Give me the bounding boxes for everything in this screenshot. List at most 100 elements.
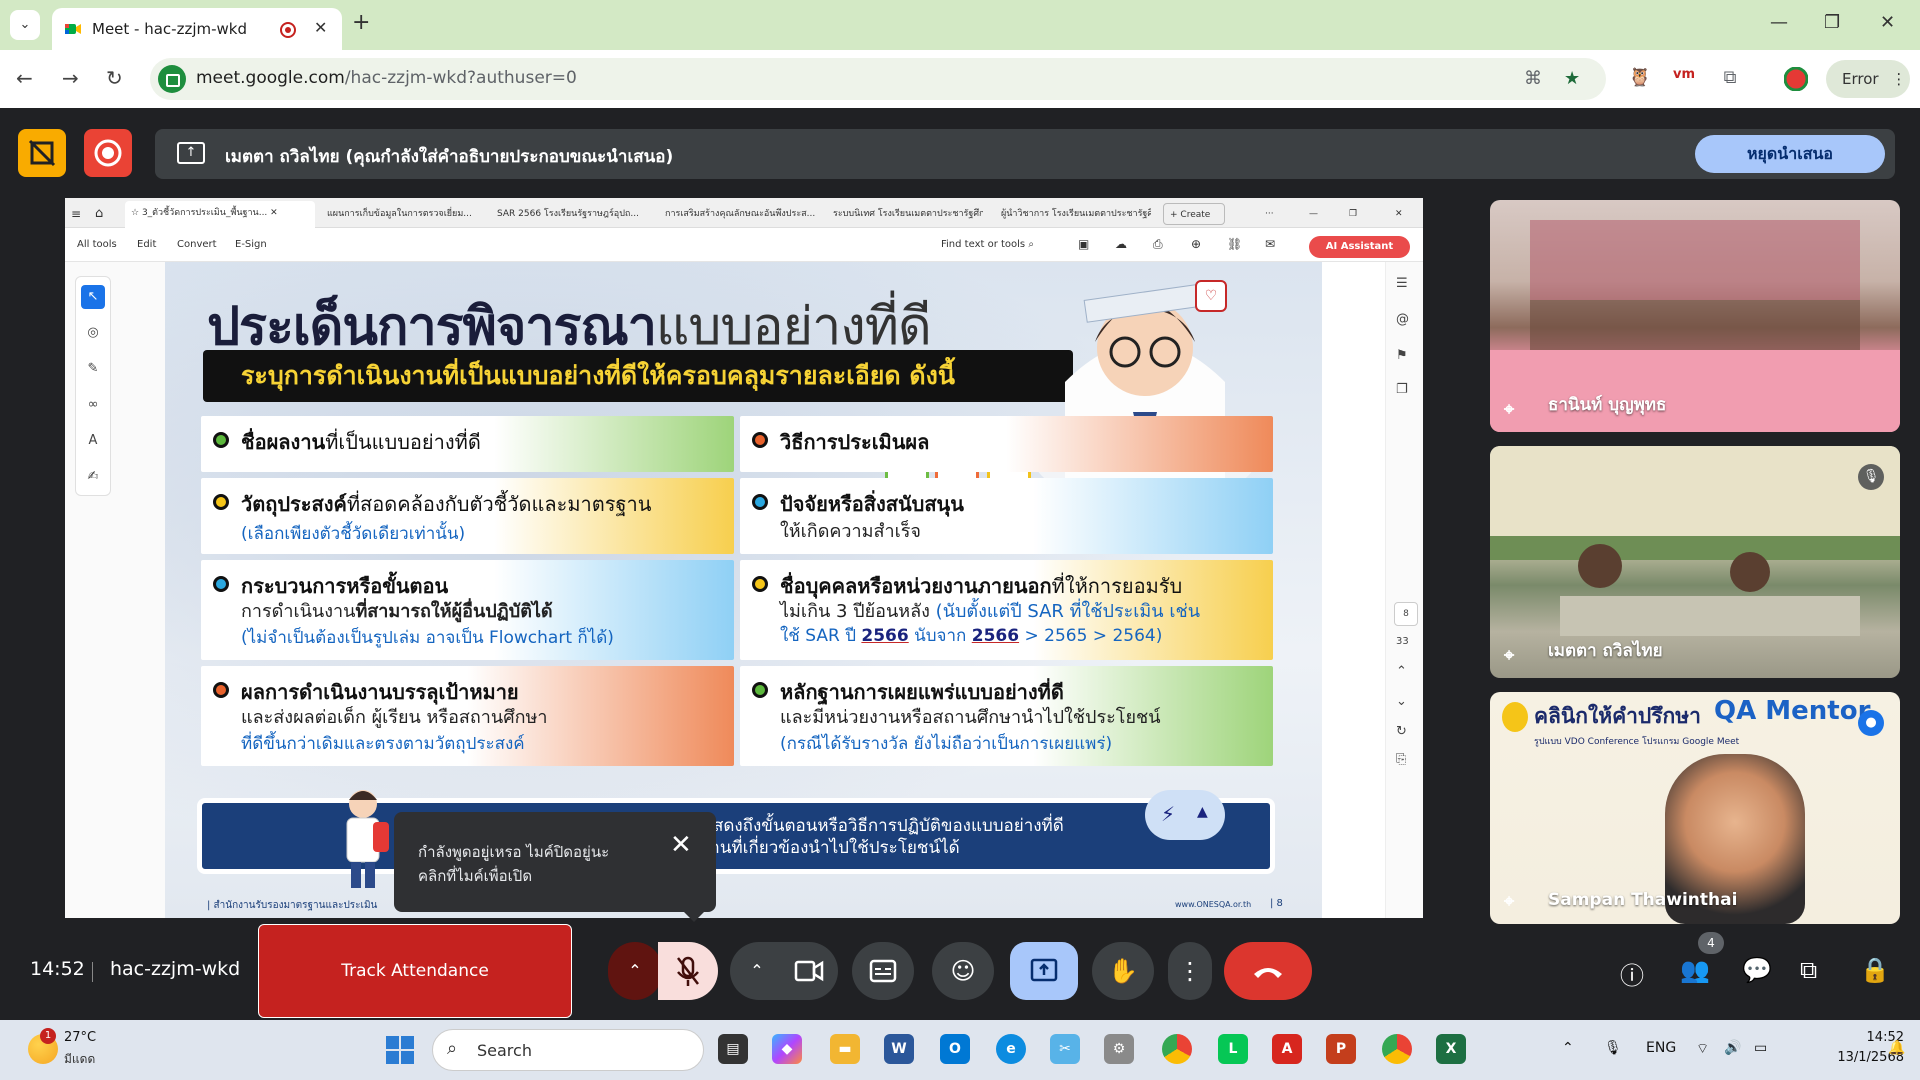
acrobat-create-button[interactable]: + Create [1163,203,1225,225]
close-window-icon[interactable]: ✕ [1880,12,1895,33]
chevron-up-icon[interactable]: ▲ [1197,804,1208,820]
snipping-tool-icon[interactable]: ✂ [1050,1034,1080,1064]
close-tooltip-icon[interactable]: ✕ [670,830,692,860]
acrobat-restore-icon[interactable]: ❐ [1349,203,1363,225]
participant-tile-1[interactable]: ⌖ ธานินท์ บุญพุทธ [1490,200,1900,432]
excel-icon[interactable]: X [1436,1034,1466,1064]
find-text-field[interactable]: Find text or tools ⌕ [941,239,1034,250]
edge-icon[interactable]: e [996,1034,1026,1064]
pin-icon[interactable]: ⌖ [1504,645,1514,666]
acrobat-menu-icon[interactable]: ≡ [71,203,85,225]
menu-convert[interactable]: Convert [177,239,217,250]
link-icon[interactable]: ⛓ [1227,237,1242,251]
bookmark-star-icon[interactable]: ★ [1564,68,1580,89]
word-icon[interactable]: W [884,1034,914,1064]
people-icon[interactable]: 👥 [1680,956,1710,984]
acrobat-icon[interactable]: A [1272,1034,1302,1064]
battery-icon[interactable]: ▭ [1754,1040,1767,1056]
page-down-icon[interactable]: ⌄ [1396,694,1407,709]
stop-presenting-button[interactable]: หยุดนำเสนอ [1695,135,1885,173]
app-icon[interactable]: ⚙ [1104,1034,1134,1064]
comments-panel-icon[interactable]: ☰ [1396,276,1408,291]
acrobat-doc-tab-2[interactable]: แผนการเก็บข้อมูลในการตรวจเยี่ยม... [327,203,477,225]
task-view-icon[interactable]: ▤ [718,1034,748,1064]
save-page-icon[interactable]: ⎘ [1396,752,1406,767]
mail-icon[interactable]: ✉ [1265,237,1275,251]
copilot-icon[interactable]: ◆ [772,1034,802,1064]
text-box-icon[interactable]: A [81,429,105,453]
participant-tile-2[interactable]: 🎙 ⌖ เมตตา ถวิลไทย [1490,446,1900,678]
save-icon[interactable]: ▣ [1078,237,1089,251]
chrome-icon[interactable] [1162,1034,1192,1064]
raise-hand-button[interactable]: ✋ [1092,942,1154,1000]
acrobat-minimize-icon[interactable]: — [1309,203,1323,225]
pen-icon[interactable]: ✎ [81,357,105,381]
acrobat-doc-tab-3[interactable]: SAR 2566 โรงเรียนรัฐราษฎร์อุปถ... [497,203,647,225]
browser-tab-meet[interactable]: Meet - hac-zzjm-wkd ✕ [52,8,342,50]
pin-icon[interactable]: ⌖ [1504,399,1514,420]
page-number-field[interactable]: 8 [1394,602,1418,626]
captions-button[interactable] [852,942,914,1000]
extension-vm-icon[interactable]: vm [1672,67,1696,91]
at-icon[interactable]: @ [1396,312,1409,327]
menu-edit[interactable]: Edit [137,239,156,250]
acrobat-close-icon[interactable]: ✕ [1395,203,1409,225]
acrobat-doc-tab-1[interactable]: ☆ 3_ตัวชี้วัดการประเมิน_พื้นฐาน... ✕ [125,201,315,228]
reload-icon[interactable]: ↻ [106,66,123,90]
lasso-icon[interactable]: ∞ [81,393,105,417]
video-options-button[interactable]: ⌃ [730,942,784,1000]
laser-pointer-icon[interactable]: ⚡ [1161,802,1175,826]
wifi-icon[interactable]: ⌔ [1696,1040,1709,1058]
comment-icon[interactable]: ◎ [81,321,105,345]
leave-call-button[interactable] [1224,942,1312,1000]
chrome-profile-icon[interactable] [1382,1034,1412,1064]
recording-button[interactable] [84,129,132,177]
forward-icon[interactable]: → [62,66,79,90]
tab-close-icon[interactable]: ✕ [314,18,327,37]
site-info-icon[interactable] [158,65,186,93]
tab-search-button[interactable]: ⌄ [10,10,40,40]
annotation-float-control[interactable]: ⚡ ▲ [1145,790,1225,840]
profile-avatar-icon[interactable] [1783,66,1809,92]
pin-icon[interactable]: ⌖ [1504,891,1514,912]
menu-all-tools[interactable]: All tools [77,239,117,250]
address-bar[interactable]: meet.google.com/hac-zzjm-wkd?authuser=0 … [150,58,1606,100]
page-up-icon[interactable]: ⌃ [1396,664,1407,679]
upload-cloud-icon[interactable]: ☁ [1115,237,1127,251]
powerpoint-icon[interactable]: P [1326,1034,1356,1064]
meeting-info-icon[interactable]: ⓘ [1620,956,1644,991]
audio-options-button[interactable]: ⌃ [608,942,662,1000]
tray-expand-icon[interactable]: ⌃ [1562,1040,1574,1056]
select-cursor-icon[interactable]: ↖ [81,285,105,309]
menu-esign[interactable]: E-Sign [235,239,267,250]
host-controls-icon[interactable]: 🔒 [1860,956,1890,984]
input-language[interactable]: ENG [1646,1040,1676,1056]
print-icon[interactable]: ⎙ [1153,237,1163,252]
search-doc-icon[interactable]: ⊕ [1191,237,1201,251]
more-options-button[interactable]: ⋮ [1168,942,1212,1000]
acrobat-doc-tab-5[interactable]: ระบบนิเทศ โรงเรียนเมตตาประชารัฐศึกษ... [833,203,983,225]
tray-mic-icon[interactable]: 🎙 [1604,1040,1622,1056]
file-explorer-icon[interactable]: ▬ [830,1034,860,1064]
outlook-icon[interactable]: O [940,1034,970,1064]
extension-owl-icon[interactable]: 🦉 [1628,67,1652,91]
sign-icon[interactable]: ✍ [81,465,105,489]
restore-icon[interactable]: ❐ [1824,12,1840,33]
track-attendance-button[interactable]: Track Attendance [258,924,572,1018]
profile-error-button[interactable]: Error ⋮ [1826,60,1910,98]
acrobat-home-icon[interactable]: ⌂ [95,203,111,225]
acrobat-more-icon[interactable]: ··· [1265,203,1279,225]
back-icon[interactable]: ← [16,66,33,90]
mic-toggle-button[interactable] [658,942,718,1000]
ai-assistant-button[interactable]: AI Assistant [1309,236,1410,258]
camera-toggle-button[interactable] [778,942,838,1000]
activities-icon[interactable]: ⧉ [1800,956,1817,984]
participant-tile-3[interactable]: คลินิกให้คำปรึกษา QA Mentor รูปแบบ VDO C… [1490,692,1900,924]
start-button[interactable] [386,1036,414,1064]
notifications-bell-icon[interactable]: 🔔 [1888,1040,1905,1056]
minimize-icon[interactable]: — [1770,12,1788,33]
acrobat-doc-tab-6[interactable]: ผู้นำวิชาการ โรงเรียนเมตตาประชารัฐศึก... [1001,203,1151,225]
reactions-button[interactable]: ☺ [932,942,994,1000]
copy-icon[interactable]: ❐ [1396,382,1408,397]
new-tab-button[interactable]: + [352,10,370,35]
